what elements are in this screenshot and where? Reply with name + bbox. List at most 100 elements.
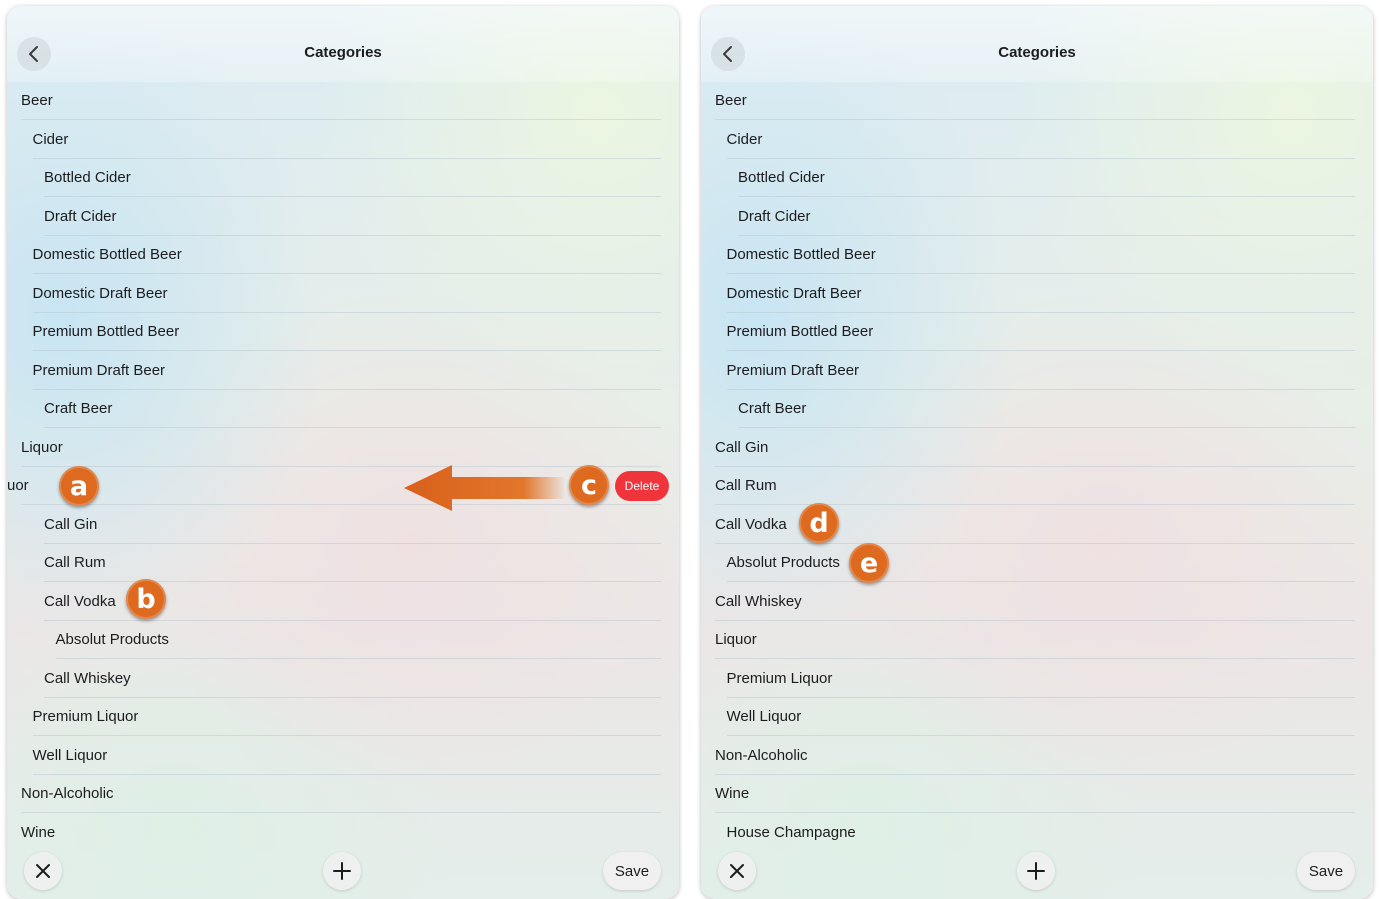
category-row[interactable]: Call Vodka <box>7 583 679 621</box>
category-label: Domestic Draft Beer <box>32 284 168 302</box>
category-row[interactable]: Domestic Draft Beer <box>7 275 679 313</box>
plus-icon <box>333 862 351 880</box>
add-category-button[interactable] <box>1017 852 1055 890</box>
category-row[interactable]: Bottled Cider <box>701 159 1373 197</box>
category-label: Domestic Bottled Beer <box>32 246 182 263</box>
category-row[interactable]: House Champagne <box>701 814 1373 852</box>
close-icon <box>36 864 50 878</box>
callout-d: d <box>799 503 839 543</box>
category-row[interactable]: Craft Beer <box>7 390 679 428</box>
category-label: Premium Liquor <box>32 708 139 725</box>
category-row[interactable]: Absolut Products <box>701 544 1373 582</box>
category-label: Absolut Products <box>55 631 169 648</box>
right-categories-panel: Categories Beer Cider Bottled Cider Draft C… <box>701 6 1373 899</box>
category-label: Bottled Cider <box>738 169 825 186</box>
close-icon <box>730 864 744 878</box>
category-label: Bottled Cider <box>44 169 131 186</box>
category-label: Call Vodka <box>44 592 116 610</box>
category-row[interactable]: Domestic Draft Beer <box>701 275 1373 313</box>
category-row[interactable]: Beer <box>7 82 679 120</box>
category-row[interactable]: Well Liquor <box>7 737 679 775</box>
category-row[interactable]: Premium Liquor <box>701 660 1373 698</box>
category-row[interactable]: Call Gin <box>701 429 1373 467</box>
save-button[interactable]: Save <box>1297 852 1355 890</box>
category-row[interactable]: Liquor <box>701 621 1373 659</box>
callout-a: a <box>59 466 99 506</box>
category-row[interactable]: Bottled Cider <box>7 159 679 197</box>
category-label: uor <box>7 477 29 494</box>
category-label: Call Whiskey <box>715 592 802 610</box>
category-label: Beer <box>21 92 53 109</box>
category-row[interactable]: Cider <box>7 121 679 159</box>
category-row[interactable]: Non-Alcoholic <box>7 775 679 813</box>
category-label: Beer <box>715 92 747 109</box>
delete-button[interactable]: Delete <box>615 471 669 501</box>
category-label: Premium Bottled Beer <box>32 323 180 340</box>
category-label: Well Liquor <box>32 746 108 764</box>
category-row[interactable]: Premium Bottled Beer <box>701 313 1373 351</box>
category-row[interactable]: Liquor <box>7 429 679 467</box>
bottom-toolbar: Save <box>7 849 679 899</box>
category-label: Premium Draft Beer <box>726 361 860 379</box>
category-label: Call Rum <box>715 477 777 494</box>
category-row[interactable]: Draft Cider <box>701 198 1373 236</box>
category-row[interactable]: Domestic Bottled Beer <box>7 236 679 274</box>
category-row[interactable]: Domestic Bottled Beer <box>701 236 1373 274</box>
category-row[interactable]: Beer <box>701 82 1373 120</box>
left-categories-panel: Categories Beer Cider Bottled Cider Draft C… <box>7 6 679 899</box>
category-row[interactable]: Well Liquor <box>701 698 1373 736</box>
category-row[interactable]: Call Gin <box>7 506 679 544</box>
category-row[interactable]: Call Rum <box>7 544 679 582</box>
category-label: Craft Beer <box>738 400 807 417</box>
category-label: Non-Alcoholic <box>715 746 808 764</box>
panel-header: Categories <box>7 6 679 82</box>
add-category-button[interactable] <box>323 852 361 890</box>
page-title: Categories <box>998 44 1076 61</box>
category-row[interactable]: Wine <box>7 814 679 852</box>
category-label: Call Vodka <box>715 515 787 533</box>
category-label: Draft Cider <box>738 207 811 225</box>
category-label: Call Whiskey <box>44 669 131 687</box>
category-row[interactable]: Non-Alcoholic <box>701 737 1373 775</box>
category-label: Call Gin <box>44 515 98 533</box>
category-label: Premium Draft Beer <box>32 361 166 379</box>
category-label: Craft Beer <box>44 400 113 417</box>
category-label: Draft Cider <box>44 207 117 225</box>
panel-header: Categories <box>701 6 1373 82</box>
category-row[interactable]: Wine <box>701 775 1373 813</box>
category-row[interactable]: Call Whiskey <box>701 583 1373 621</box>
category-label: Absolut Products <box>726 554 840 571</box>
callout-c: c <box>569 465 609 505</box>
plus-icon <box>1027 862 1045 880</box>
category-label: Domestic Draft Beer <box>726 284 862 302</box>
page-title: Categories <box>304 44 382 61</box>
category-row[interactable]: Premium Bottled Beer <box>7 313 679 351</box>
category-label: Non-Alcoholic <box>21 785 114 802</box>
category-label: Well Liquor <box>726 708 802 725</box>
category-row[interactable]: Draft Cider <box>7 198 679 236</box>
close-button[interactable] <box>24 852 62 890</box>
category-row[interactable]: Call Rum <box>701 467 1373 505</box>
category-label: Wine <box>21 823 56 841</box>
category-row[interactable]: Absolut Products <box>7 621 679 659</box>
category-row[interactable]: Cider <box>701 121 1373 159</box>
category-row[interactable]: Craft Beer <box>701 390 1373 428</box>
category-row[interactable]: Premium Liquor <box>7 698 679 736</box>
category-label: Cider <box>32 130 69 148</box>
category-label: Wine <box>715 785 750 802</box>
category-label: Domestic Bottled Beer <box>726 246 876 263</box>
category-label: Cider <box>726 130 763 148</box>
category-label: Premium Liquor <box>726 669 833 687</box>
category-row[interactable]: Premium Draft Beer <box>7 352 679 390</box>
swipe-left-arrow-icon <box>404 465 564 511</box>
category-row[interactable]: Premium Draft Beer <box>701 352 1373 390</box>
category-label: Call Rum <box>44 554 106 571</box>
category-label: Call Gin <box>715 438 769 456</box>
callout-e: e <box>849 543 889 583</box>
save-button[interactable]: Save <box>603 852 661 890</box>
category-label: Liquor <box>21 438 63 456</box>
close-button[interactable] <box>718 852 756 890</box>
callout-b: b <box>126 579 166 619</box>
category-row[interactable]: Call Whiskey <box>7 660 679 698</box>
category-label: Premium Bottled Beer <box>726 323 874 340</box>
